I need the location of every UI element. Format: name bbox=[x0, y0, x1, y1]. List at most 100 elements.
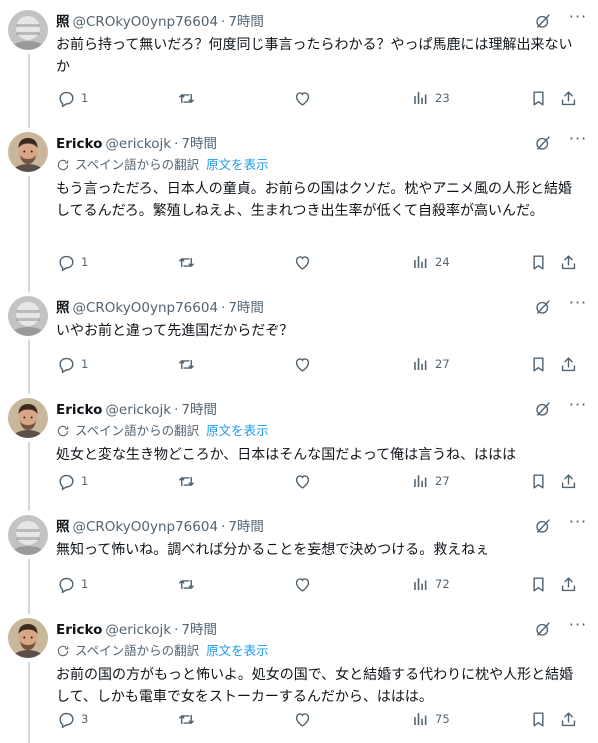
user-handle[interactable]: @CROkyO0ynp76604 bbox=[73, 300, 219, 316]
share-button[interactable] bbox=[554, 252, 578, 272]
share-button[interactable] bbox=[554, 574, 578, 594]
user-handle[interactable]: @erickojk bbox=[105, 136, 171, 152]
tweet[interactable]: 照 @CROkyO0ynp76604 · 7時間 ··· 無知って怖いね。調べれば分かるこ… bbox=[0, 505, 598, 608]
retweet-button[interactable] bbox=[172, 88, 201, 108]
grok-icon[interactable] bbox=[534, 400, 552, 418]
rt-icon bbox=[177, 472, 196, 491]
display-name[interactable]: Ericko bbox=[56, 402, 102, 418]
share-icon bbox=[559, 355, 578, 374]
more-options-icon[interactable]: ··· bbox=[568, 131, 588, 152]
like-button[interactable] bbox=[288, 471, 317, 491]
bookmark-icon bbox=[529, 575, 548, 594]
grok-icon[interactable] bbox=[534, 12, 552, 30]
tweet[interactable]: Ericko @erickojk · 7時間 ··· スペイン語からの翻訳 原文を表示 もう言… bbox=[0, 122, 598, 286]
avatar[interactable] bbox=[8, 515, 48, 555]
views-button[interactable]: 75 bbox=[406, 709, 450, 729]
like-button[interactable] bbox=[288, 574, 317, 594]
views-button[interactable]: 23 bbox=[406, 88, 450, 108]
bookmark-button[interactable] bbox=[524, 88, 548, 108]
retweet-button[interactable] bbox=[172, 709, 201, 729]
tweet[interactable]: Ericko @erickojk · 7時間 ··· スペイン語からの翻訳 原文を表示 処女と… bbox=[0, 388, 598, 505]
user-handle[interactable]: @CROkyO0ynp76604 bbox=[73, 14, 219, 30]
reply-button[interactable]: 1 bbox=[52, 574, 88, 594]
timestamp[interactable]: 7時間 bbox=[181, 136, 217, 152]
timestamp[interactable]: 7時間 bbox=[228, 14, 264, 30]
views-button[interactable]: 72 bbox=[406, 574, 450, 594]
share-button[interactable] bbox=[554, 88, 578, 108]
more-options-icon[interactable]: ··· bbox=[568, 9, 588, 30]
show-original-link[interactable]: 原文を表示 bbox=[206, 423, 269, 438]
views-button[interactable]: 24 bbox=[406, 252, 450, 272]
translate-icon bbox=[56, 158, 70, 175]
tweet[interactable]: Ericko @erickojk · 7時間 ··· スペイン語からの翻訳 原文を表示 お前の… bbox=[0, 608, 598, 743]
grok-icon[interactable] bbox=[534, 134, 552, 152]
show-original-link[interactable]: 原文を表示 bbox=[206, 157, 269, 172]
timestamp[interactable]: 7時間 bbox=[181, 402, 217, 418]
rt-icon bbox=[177, 355, 196, 374]
tweet[interactable]: 照 @CROkyO0ynp76604 · 7時間 ··· いやお前と違って先進国だからだぞ… bbox=[0, 286, 598, 388]
timestamp[interactable]: 7時間 bbox=[228, 300, 264, 316]
bookmark-button[interactable] bbox=[524, 574, 548, 594]
tweet-header: Ericko @erickojk · 7時間 ··· bbox=[56, 397, 590, 419]
rt-icon bbox=[177, 710, 196, 729]
avatar[interactable] bbox=[8, 10, 48, 50]
user-handle[interactable]: @erickojk bbox=[105, 622, 171, 638]
display-name[interactable]: 照 bbox=[56, 14, 70, 30]
retweet-button[interactable] bbox=[172, 354, 201, 374]
user-handle[interactable]: @CROkyO0ynp76604 bbox=[73, 519, 219, 535]
views-button[interactable]: 27 bbox=[406, 471, 450, 491]
more-options-icon[interactable]: ··· bbox=[568, 514, 588, 535]
share-button[interactable] bbox=[554, 709, 578, 729]
more-options-icon[interactable]: ··· bbox=[568, 397, 588, 418]
avatar[interactable] bbox=[8, 132, 48, 172]
avatar[interactable] bbox=[8, 618, 48, 658]
user-handle[interactable]: @erickojk bbox=[105, 402, 171, 418]
avatar[interactable] bbox=[8, 296, 48, 336]
tweet[interactable]: 照 @CROkyO0ynp76604 · 7時間 ··· お前ら持って無いだろ？何度同じ事… bbox=[0, 0, 598, 122]
like-icon bbox=[293, 472, 312, 491]
translation-notice: スペイン語からの翻訳 原文を表示 bbox=[56, 420, 269, 438]
display-name[interactable]: 照 bbox=[56, 300, 70, 316]
view-count: 23 bbox=[435, 91, 450, 105]
bookmark-button[interactable] bbox=[524, 709, 548, 729]
reply-icon bbox=[57, 472, 76, 491]
more-options-icon[interactable]: ··· bbox=[568, 617, 588, 638]
display-name[interactable]: Ericko bbox=[56, 622, 102, 638]
grok-icon[interactable] bbox=[534, 620, 552, 638]
more-options-icon[interactable]: ··· bbox=[568, 295, 588, 316]
like-icon bbox=[293, 253, 312, 272]
bookmark-button[interactable] bbox=[524, 471, 548, 491]
bookmark-button[interactable] bbox=[524, 354, 548, 374]
views-button[interactable]: 27 bbox=[406, 354, 450, 374]
reply-button[interactable]: 3 bbox=[52, 709, 88, 729]
views-icon bbox=[411, 355, 430, 374]
translate-icon bbox=[56, 424, 70, 441]
display-name[interactable]: Ericko bbox=[56, 136, 102, 152]
reply-button[interactable]: 1 bbox=[52, 88, 88, 108]
reply-button[interactable]: 1 bbox=[52, 354, 88, 374]
grok-icon[interactable] bbox=[534, 517, 552, 535]
retweet-button[interactable] bbox=[172, 574, 201, 594]
grok-icon[interactable] bbox=[534, 298, 552, 316]
like-button[interactable] bbox=[288, 709, 317, 729]
like-button[interactable] bbox=[288, 252, 317, 272]
reply-button[interactable]: 1 bbox=[52, 252, 88, 272]
retweet-button[interactable] bbox=[172, 471, 201, 491]
timestamp[interactable]: 7時間 bbox=[228, 519, 264, 535]
bookmark-button[interactable] bbox=[524, 252, 548, 272]
timestamp[interactable]: 7時間 bbox=[181, 622, 217, 638]
share-icon bbox=[559, 710, 578, 729]
bookmark-icon bbox=[529, 472, 548, 491]
show-original-link[interactable]: 原文を表示 bbox=[206, 643, 269, 658]
translation-label: スペイン語からの翻訳 bbox=[75, 643, 200, 658]
retweet-button[interactable] bbox=[172, 252, 201, 272]
avatar[interactable] bbox=[8, 398, 48, 438]
share-button[interactable] bbox=[554, 354, 578, 374]
display-name[interactable]: 照 bbox=[56, 519, 70, 535]
like-button[interactable] bbox=[288, 88, 317, 108]
tweet-header: 照 @CROkyO0ynp76604 · 7時間 ··· bbox=[56, 514, 590, 536]
share-button[interactable] bbox=[554, 471, 578, 491]
reply-button[interactable]: 1 bbox=[52, 471, 88, 491]
like-button[interactable] bbox=[288, 354, 317, 374]
tweet-header: 照 @CROkyO0ynp76604 · 7時間 ··· bbox=[56, 295, 590, 317]
